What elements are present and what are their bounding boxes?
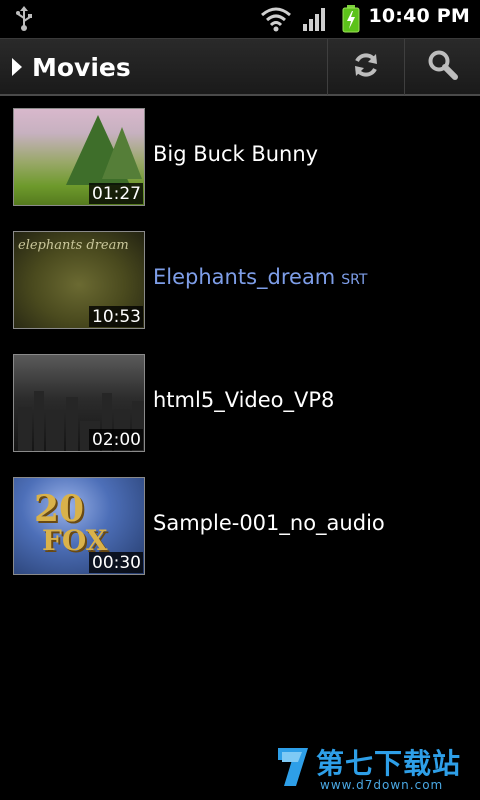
video-duration: 00:30	[89, 552, 143, 573]
video-thumbnail: 01:27	[13, 108, 145, 206]
list-item[interactable]: 01:27 Big Buck Bunny	[0, 96, 480, 219]
action-bar: Movies	[0, 38, 480, 96]
subtitle-badge: SRT	[341, 272, 368, 288]
video-list: 01:27 Big Buck Bunny elephants dream 10:…	[0, 96, 480, 588]
triangle-right-icon	[12, 58, 22, 76]
page-title: Movies	[32, 52, 131, 82]
thumbnail-text: elephants dream	[18, 238, 129, 253]
search-button[interactable]	[404, 39, 480, 95]
video-title: html5_Video_VP8	[153, 388, 335, 412]
status-time: 10:40 PM	[368, 5, 470, 27]
list-item[interactable]: elephants dream 10:53 Elephants_dream SRT	[0, 219, 480, 342]
signal-icon	[302, 6, 328, 36]
video-thumbnail: elephants dream 10:53	[13, 231, 145, 329]
video-title: Sample-001_no_audio	[153, 511, 385, 535]
status-bar: 10:40 PM	[0, 0, 480, 38]
watermark: 第七下载站 www.d7down.com	[274, 742, 474, 796]
refresh-button[interactable]	[327, 39, 403, 95]
video-duration: 01:27	[89, 183, 143, 204]
watermark-url: www.d7down.com	[320, 778, 444, 792]
list-item[interactable]: 02:00 html5_Video_VP8	[0, 342, 480, 465]
search-icon	[427, 49, 459, 85]
battery-charging-icon	[342, 5, 360, 37]
wifi-icon	[260, 6, 292, 36]
video-title: Big Buck Bunny	[153, 142, 319, 166]
video-thumbnail: 20 FOX 00:30	[13, 477, 145, 575]
watermark-title: 第七下载站	[316, 747, 462, 780]
video-duration: 02:00	[89, 429, 143, 450]
watermark-logo-icon	[274, 744, 314, 790]
video-title: Elephants_dream SRT	[153, 265, 368, 289]
usb-icon	[14, 6, 34, 36]
video-duration: 10:53	[89, 306, 143, 327]
title-dropdown[interactable]: Movies	[0, 39, 320, 95]
video-thumbnail: 02:00	[13, 354, 145, 452]
refresh-icon	[351, 50, 381, 84]
list-item[interactable]: 20 FOX 00:30 Sample-001_no_audio	[0, 465, 480, 588]
